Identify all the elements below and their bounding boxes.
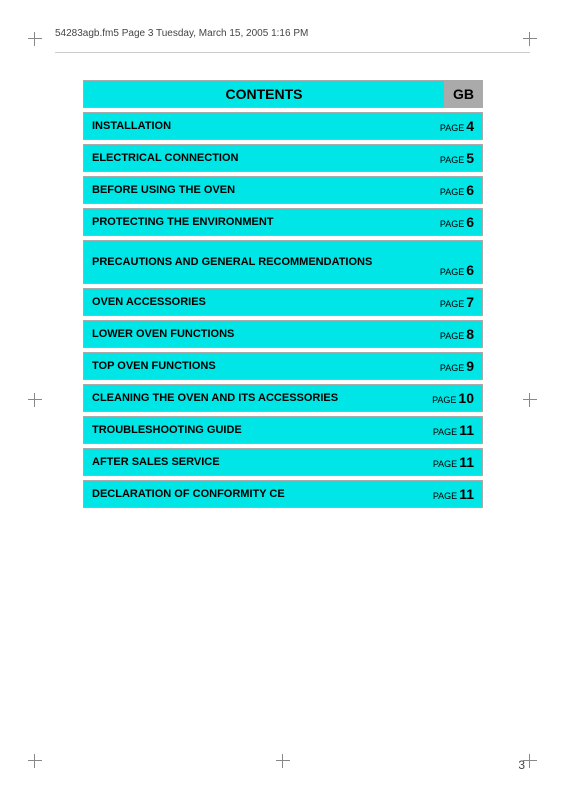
toc-label: TOP OVEN FUNCTIONS xyxy=(84,353,422,379)
toc-label: INSTALLATION xyxy=(84,113,422,139)
toc-row: OVEN ACCESSORIESPAGE7 xyxy=(83,288,483,316)
top-left-cross xyxy=(28,32,42,46)
toc-page: PAGE9 xyxy=(422,353,482,379)
contents-title: CONTENTS xyxy=(83,80,444,108)
toc-label: ELECTRICAL CONNECTION xyxy=(84,145,422,171)
toc-label: TROUBLESHOOTING GUIDE xyxy=(84,417,422,443)
toc-row: BEFORE USING THE OVENPAGE6 xyxy=(83,176,483,204)
toc-page: PAGE5 xyxy=(422,145,482,171)
toc-label: CLEANING THE OVEN AND ITS ACCESSORIES xyxy=(84,385,422,411)
toc-label: LOWER OVEN FUNCTIONS xyxy=(84,321,422,347)
right-middle-cross xyxy=(523,393,537,407)
toc-row: DECLARATION OF CONFORMITY CEPAGE11 xyxy=(83,480,483,508)
gb-label: GB xyxy=(444,80,483,108)
toc-label: DECLARATION OF CONFORMITY CE xyxy=(84,481,422,507)
toc-page: PAGE11 xyxy=(422,481,482,507)
toc-row: CLEANING THE OVEN AND ITS ACCESSORIESPAG… xyxy=(83,384,483,412)
page: 54283agb.fm5 Page 3 Tuesday, March 15, 2… xyxy=(0,0,565,800)
left-middle-cross xyxy=(28,393,42,407)
toc-row: TOP OVEN FUNCTIONSPAGE9 xyxy=(83,352,483,380)
toc-label: OVEN ACCESSORIES xyxy=(84,289,422,315)
header-text: 54283agb.fm5 Page 3 Tuesday, March 15, 2… xyxy=(55,28,308,39)
toc-page: PAGE6 xyxy=(422,177,482,203)
toc-rows: INSTALLATIONPAGE4ELECTRICAL CONNECTIONPA… xyxy=(83,112,483,508)
toc-label: PRECAUTIONS AND GENERAL RECOMMENDATIONS xyxy=(84,241,422,283)
toc-page: PAGE10 xyxy=(422,385,482,411)
toc-page: PAGE4 xyxy=(422,113,482,139)
toc-page: PAGE6 xyxy=(422,241,482,283)
toc-row: ELECTRICAL CONNECTIONPAGE5 xyxy=(83,144,483,172)
toc-label: AFTER SALES SERVICE xyxy=(84,449,422,475)
toc-row: INSTALLATIONPAGE4 xyxy=(83,112,483,140)
header-bar: 54283agb.fm5 Page 3 Tuesday, March 15, 2… xyxy=(55,28,530,39)
bottom-center-cross xyxy=(276,754,290,768)
title-row: CONTENTS GB xyxy=(83,80,483,108)
toc-label: BEFORE USING THE OVEN xyxy=(84,177,422,203)
toc-page: PAGE7 xyxy=(422,289,482,315)
toc-container: CONTENTS GB INSTALLATIONPAGE4ELECTRICAL … xyxy=(83,80,483,508)
toc-row: LOWER OVEN FUNCTIONSPAGE8 xyxy=(83,320,483,348)
toc-page: PAGE8 xyxy=(422,321,482,347)
toc-page: PAGE11 xyxy=(422,449,482,475)
toc-row: AFTER SALES SERVICEPAGE11 xyxy=(83,448,483,476)
bottom-left-cross xyxy=(28,754,42,768)
toc-row: PROTECTING THE ENVIRONMENTPAGE6 xyxy=(83,208,483,236)
bottom-right-cross xyxy=(523,754,537,768)
toc-label: PROTECTING THE ENVIRONMENT xyxy=(84,209,422,235)
toc-row: TROUBLESHOOTING GUIDEPAGE11 xyxy=(83,416,483,444)
toc-page: PAGE6 xyxy=(422,209,482,235)
toc-row: PRECAUTIONS AND GENERAL RECOMMENDATIONSP… xyxy=(83,240,483,284)
header-divider xyxy=(55,52,530,53)
toc-page: PAGE11 xyxy=(422,417,482,443)
